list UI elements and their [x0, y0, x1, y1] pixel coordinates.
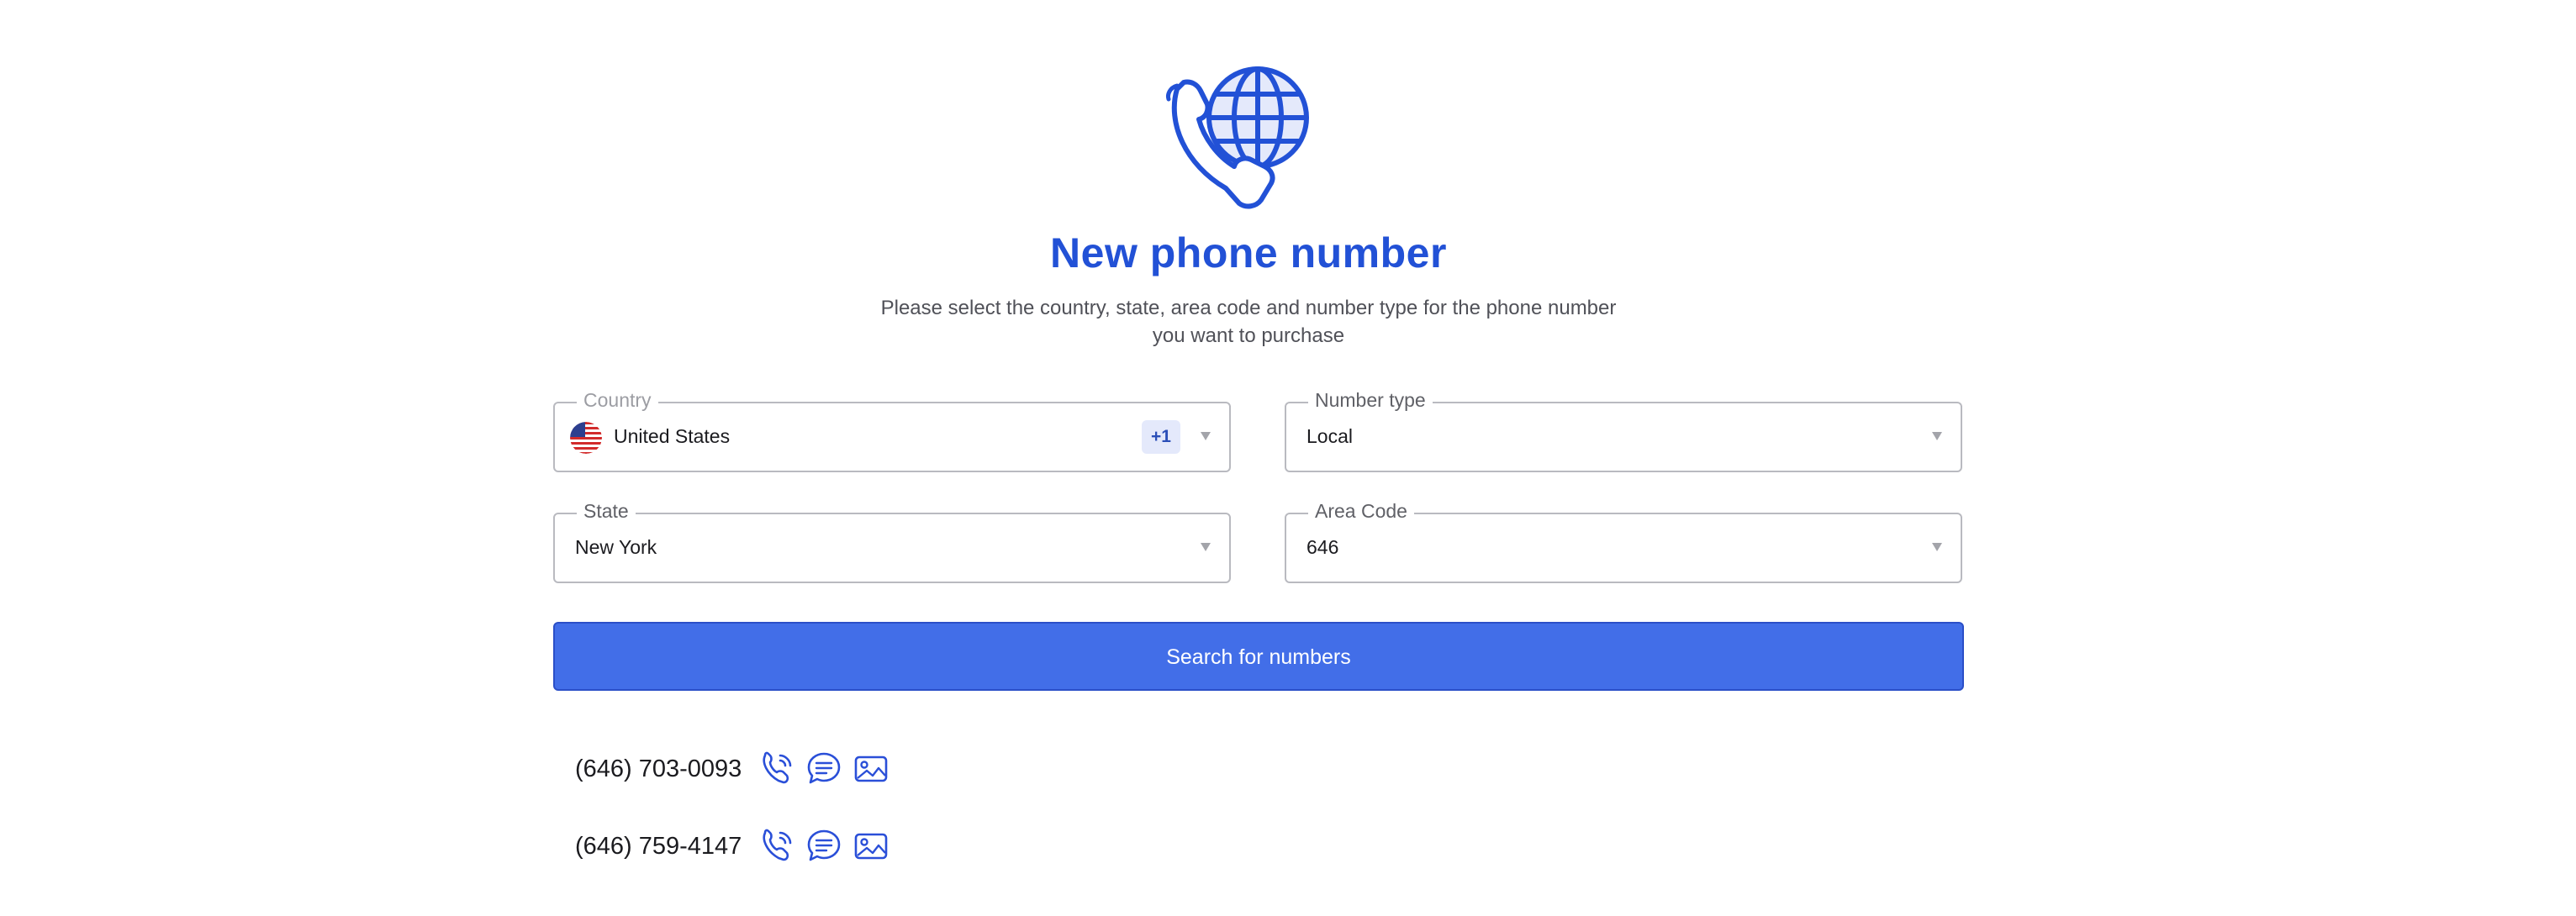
state-select[interactable]: State New York [553, 500, 1231, 583]
mms-icon [855, 833, 888, 860]
chevron-down-icon [1932, 432, 1942, 440]
area-code-label: Area Code [1308, 500, 1414, 523]
area-code-value: 646 [1306, 536, 1339, 558]
search-numbers-button[interactable]: Search for numbers [553, 622, 1964, 691]
mms-icon [855, 755, 888, 782]
page-subtitle: Please select the country, state, area c… [880, 297, 1617, 347]
number-result-row[interactable]: (646) 759-4147 [575, 825, 900, 867]
country-select[interactable]: Country United States +1 [553, 389, 1231, 472]
sms-icon [808, 829, 841, 861]
country-value: United States [614, 425, 731, 447]
us-flag-icon [570, 422, 602, 454]
dial-code-badge: +1 [1142, 420, 1180, 454]
state-value: New York [575, 536, 657, 558]
new-phone-number-page: New phone number Please select the count… [0, 0, 2576, 916]
chevron-down-icon [1201, 543, 1211, 551]
number-result-row[interactable]: (646) 703-0093 [575, 748, 900, 790]
chevron-down-icon [1201, 432, 1211, 440]
phone-number[interactable]: (646) 703-0093 [575, 755, 742, 783]
state-label: State [577, 500, 636, 523]
voice-icon [763, 829, 792, 861]
voice-icon [763, 751, 792, 784]
area-code-select[interactable]: Area Code 646 [1285, 500, 1962, 583]
chevron-down-icon [1932, 543, 1942, 551]
globe-phone-icon [1166, 66, 1309, 209]
sms-icon [808, 752, 841, 784]
number-type-label: Number type [1308, 389, 1433, 412]
page-title: New phone number [1050, 229, 1447, 276]
country-label: Country [577, 389, 658, 412]
number-type-value: Local [1306, 425, 1353, 447]
phone-number[interactable]: (646) 759-4147 [575, 833, 742, 861]
number-type-select[interactable]: Number type Local [1285, 389, 1962, 472]
